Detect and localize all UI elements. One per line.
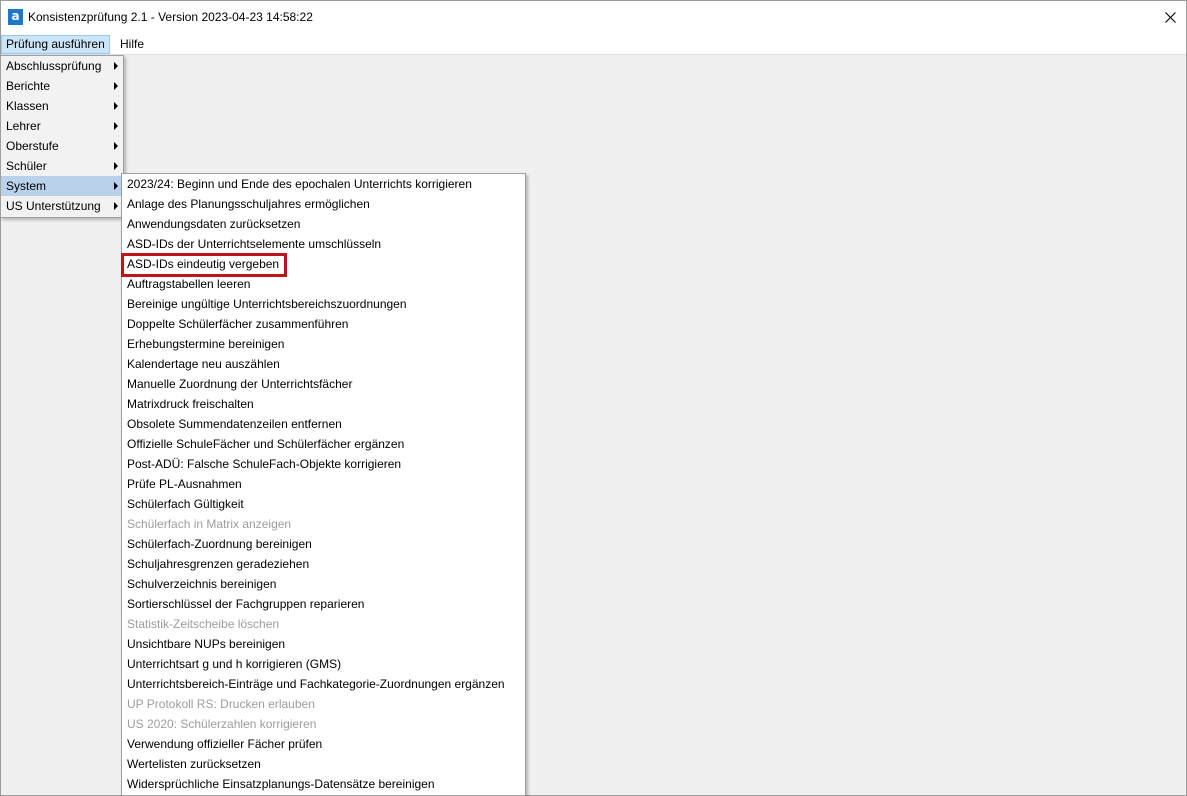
menu-item-label: Doppelte Schülerfächer zusammenführen — [127, 317, 349, 331]
system-item-offizielle-schulefaecher-und-schuelerfaecher-ergaenzen[interactable]: Offizielle SchuleFächer und Schülerfäche… — [122, 434, 525, 454]
system-item-2023-24-beginn-und-ende-des-epochalen-unterrichts-korrigieren[interactable]: 2023/24: Beginn und Ende des epochalen U… — [122, 174, 525, 194]
system-item-anwendungsdaten-zuruecksetzen[interactable]: Anwendungsdaten zurücksetzen — [122, 214, 525, 234]
menu-item-label: Schülerfach in Matrix anzeigen — [127, 517, 292, 531]
menu-item-label: Widersprüchliche Einsatzplanungs-Datensä… — [127, 777, 435, 791]
system-item-post-adue-falsche-schulefach-objekte-korrigieren[interactable]: Post-ADÜ: Falsche SchuleFach-Objekte kor… — [122, 454, 525, 474]
menu-item-label: Anwendungsdaten zurücksetzen — [127, 217, 301, 231]
dropdown-pruefung-ausfuehren: Abschlussprüfung Berichte Klassen Lehrer Obe… — [0, 55, 124, 218]
menu-item-label: Kalendertage neu auszählen — [127, 357, 280, 371]
menu-item-label: Abschlussprüfung — [6, 59, 102, 73]
menu-item-label: Verwendung offizieller Fächer prüfen — [127, 737, 323, 751]
menu-item-label: US 2020: Schülerzahlen korrigieren — [127, 717, 317, 731]
system-item-schuljahresgrenzen-geradeziehen[interactable]: Schuljahresgrenzen geradeziehen — [122, 554, 525, 574]
window-title: Konsistenzprüfung 2.1 - Version 2023-04-… — [28, 10, 313, 24]
menu-item-label: ASD-IDs der Unterrichtselemente umschlüs… — [127, 237, 382, 251]
menu-item-label: Obsolete Summendatenzeilen entfernen — [127, 417, 342, 431]
system-item-matrixdruck-freischalten[interactable]: Matrixdruck freischalten — [122, 394, 525, 414]
menu-item-label: Klassen — [6, 99, 49, 113]
menu-item-berichte[interactable]: Berichte — [1, 76, 123, 96]
menu-item-label: Unsichtbare NUPs bereinigen — [127, 637, 286, 651]
submenu-arrow-icon — [114, 142, 118, 150]
menu-item-label: Oberstufe — [6, 139, 59, 153]
submenu-arrow-icon — [114, 182, 118, 190]
menu-item-label: ASD-IDs eindeutig vergeben — [127, 257, 280, 271]
system-item-sortierschluessel-der-fachgruppen-reparieren[interactable]: Sortierschlüssel der Fachgruppen reparie… — [122, 594, 525, 614]
system-item-asd-ids-eindeutig-vergeben[interactable]: ASD-IDs eindeutig vergeben — [122, 254, 525, 274]
menu-item-label: UP Protokoll RS: Drucken erlauben — [127, 697, 315, 711]
menu-item-label: Anlage des Planungsschuljahres ermöglich… — [127, 197, 370, 211]
menu-item-label: Statistik-Zeitscheibe löschen — [127, 617, 280, 631]
system-item-wertelisten-zuruecksetzen[interactable]: Wertelisten zurücksetzen — [122, 754, 525, 774]
menu-item-label: Sortierschlüssel der Fachgruppen reparie… — [127, 597, 365, 611]
menu-item-label: US Unterstützung — [6, 199, 101, 213]
menu-item-abschlusspruefung[interactable]: Abschlussprüfung — [1, 56, 123, 76]
menu-item-system[interactable]: System — [1, 176, 123, 196]
system-item-anlage-des-planungsschuljahres-ermoeglichen[interactable]: Anlage des Planungsschuljahres ermöglich… — [122, 194, 525, 214]
system-item-erhebungstermine-bereinigen[interactable]: Erhebungstermine bereinigen — [122, 334, 525, 354]
menu-item-label: 2023/24: Beginn und Ende des epochalen U… — [127, 177, 472, 191]
submenu-system: 2023/24: Beginn und Ende des epochalen U… — [121, 173, 526, 796]
menu-item-label: System — [6, 179, 47, 193]
menu-item-label: Schulverzeichnis bereinigen — [127, 577, 277, 591]
menu-item-label: Schüler — [6, 159, 47, 173]
system-item-up-protokoll-rs-drucken-erlauben: UP Protokoll RS: Drucken erlauben — [122, 694, 525, 714]
system-item-schuelerfach-in-matrix-anzeigen: Schülerfach in Matrix anzeigen — [122, 514, 525, 534]
menu-item-lehrer[interactable]: Lehrer — [1, 116, 123, 136]
menu-item-label: Schuljahresgrenzen geradeziehen — [127, 557, 310, 571]
menu-item-label: Manuelle Zuordnung der Unterrichtsfächer — [127, 377, 353, 391]
menu-item-schueler[interactable]: Schüler — [1, 156, 123, 176]
submenu-arrow-icon — [114, 162, 118, 170]
system-item-bereinige-ungueltige-unterrichtsbereichszuordnungen[interactable]: Bereinige ungültige Unterrichtsbereichsz… — [122, 294, 525, 314]
menu-item-label: Offizielle SchuleFächer und Schülerfäche… — [127, 437, 405, 451]
system-item-schuelerfach-zuordnung-bereinigen[interactable]: Schülerfach-Zuordnung bereinigen — [122, 534, 525, 554]
menu-item-us-unterstuetzung[interactable]: US Unterstützung — [1, 196, 123, 216]
title-bar[interactable]: a Konsistenzprüfung 2.1 - Version 2023-0… — [1, 1, 1186, 33]
app-logo-icon: a — [8, 9, 23, 25]
menu-item-label: Auftragstabellen leeren — [127, 277, 251, 291]
system-item-auftragstabellen-leeren[interactable]: Auftragstabellen leeren — [122, 274, 525, 294]
menu-bar: Prüfung ausführen Hilfe — [1, 33, 1186, 55]
close-icon — [1164, 11, 1176, 23]
menu-item-label: Unterrichtsbereich-Einträge und Fachkate… — [127, 677, 505, 691]
system-item-verwendung-offizieller-faecher-pruefen[interactable]: Verwendung offizieller Fächer prüfen — [122, 734, 525, 754]
submenu-arrow-icon — [114, 202, 118, 210]
system-item-pruefe-pl-ausnahmen[interactable]: Prüfe PL-Ausnahmen — [122, 474, 525, 494]
menu-item-label: Schülerfach-Zuordnung bereinigen — [127, 537, 312, 551]
system-item-unsichtbare-nups-bereinigen[interactable]: Unsichtbare NUPs bereinigen — [122, 634, 525, 654]
menu-item-oberstufe[interactable]: Oberstufe — [1, 136, 123, 156]
menu-item-label: Wertelisten zurücksetzen — [127, 757, 261, 771]
close-button[interactable] — [1154, 1, 1186, 33]
menu-item-label: Unterrichtsart g und h korrigieren (GMS) — [127, 657, 342, 671]
system-item-statistik-zeitscheibe-loeschen: Statistik-Zeitscheibe löschen — [122, 614, 525, 634]
menu-item-label: Bereinige ungültige Unterrichtsbereichsz… — [127, 297, 407, 311]
system-item-asd-ids-der-unterrichtselemente-umschluesseln[interactable]: ASD-IDs der Unterrichtselemente umschlüs… — [122, 234, 525, 254]
menu-item-label: Post-ADÜ: Falsche SchuleFach-Objekte kor… — [127, 457, 402, 471]
system-item-us-2020-schuelerzahlen-korrigieren: US 2020: Schülerzahlen korrigieren — [122, 714, 525, 734]
system-item-obsolete-summendatenzeilen-entfernen[interactable]: Obsolete Summendatenzeilen entfernen — [122, 414, 525, 434]
system-item-schuelerfach-gueltigkeit[interactable]: Schülerfach Gültigkeit — [122, 494, 525, 514]
menu-item-label: Lehrer — [6, 119, 41, 133]
submenu-arrow-icon — [114, 62, 118, 70]
menu-item-label: Prüfe PL-Ausnahmen — [127, 477, 242, 491]
menu-pruefung-ausfuehren[interactable]: Prüfung ausführen — [1, 35, 110, 54]
menu-hilfe[interactable]: Hilfe — [116, 35, 148, 54]
system-item-schulverzeichnis-bereinigen[interactable]: Schulverzeichnis bereinigen — [122, 574, 525, 594]
system-item-kalendertage-neu-auszaehlen[interactable]: Kalendertage neu auszählen — [122, 354, 525, 374]
menu-item-klassen[interactable]: Klassen — [1, 96, 123, 116]
system-item-widerspruechliche-einsatzplanungs-datensaetze-bereinigen[interactable]: Widersprüchliche Einsatzplanungs-Datensä… — [122, 774, 525, 794]
system-item-manuelle-zuordnung-der-unterrichtsfaecher[interactable]: Manuelle Zuordnung der Unterrichtsfächer — [122, 374, 525, 394]
system-item-unterrichtsart-g-und-h-korrigieren-gms[interactable]: Unterrichtsart g und h korrigieren (GMS) — [122, 654, 525, 674]
menu-item-label: Berichte — [6, 79, 51, 93]
system-item-doppelte-schuelerfaecher-zusammenfuehren[interactable]: Doppelte Schülerfächer zusammenführen — [122, 314, 525, 334]
submenu-arrow-icon — [114, 122, 118, 130]
menu-item-label: Matrixdruck freischalten — [127, 397, 254, 411]
menu-item-label: Schülerfach Gültigkeit — [127, 497, 244, 511]
menu-item-label: Erhebungstermine bereinigen — [127, 337, 285, 351]
submenu-arrow-icon — [114, 102, 118, 110]
submenu-arrow-icon — [114, 82, 118, 90]
system-item-unterrichtsbereich-eintraege-und-fachkategorie-zuordnungen-ergaenzen[interactable]: Unterrichtsbereich-Einträge und Fachkate… — [122, 674, 525, 694]
